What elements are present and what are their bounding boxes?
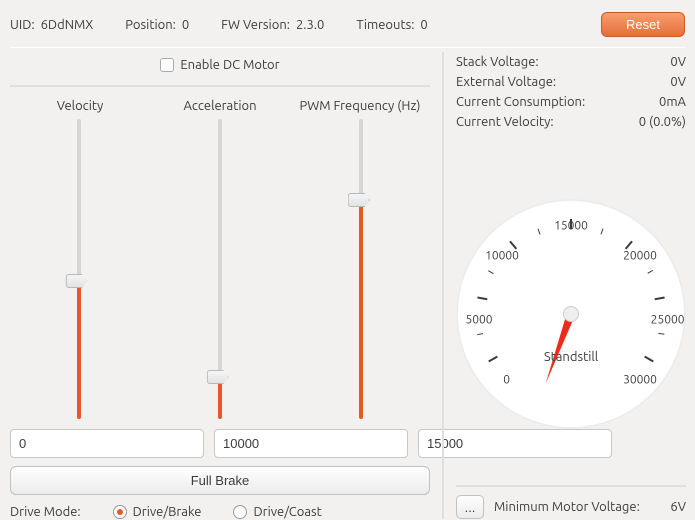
- min-voltage-config-button[interactable]: ...: [456, 495, 484, 519]
- acceleration-input[interactable]: [214, 429, 408, 458]
- full-brake-button[interactable]: Full Brake: [10, 466, 430, 495]
- velocity-input[interactable]: [10, 429, 204, 458]
- stack-voltage-label: Stack Voltage:: [456, 55, 539, 69]
- drive-brake-radio[interactable]: Drive/Brake: [113, 505, 202, 519]
- current-consumption-row: Current Consumption: 0mA: [456, 92, 686, 112]
- drive-mode-label: Drive Mode:: [10, 505, 81, 519]
- slider-inputs: [10, 429, 430, 458]
- external-voltage-value: 0V: [670, 75, 686, 89]
- slider-thumb-icon[interactable]: [65, 274, 87, 288]
- gauge-tick-6: 30000: [623, 374, 657, 387]
- gauge-tick-0: 0: [503, 374, 510, 387]
- enable-dc-motor-checkbox[interactable]: Enable DC Motor: [160, 58, 279, 72]
- gauge-tick-4: 20000: [623, 250, 657, 263]
- checkbox-box-icon: [160, 58, 174, 72]
- gauge-tick-1: 5000: [465, 314, 492, 327]
- slider-thumb-icon[interactable]: [207, 370, 229, 384]
- position-label: Position:: [125, 18, 176, 32]
- drive-coast-label: Drive/Coast: [253, 505, 321, 519]
- pwm-header: PWM Frequency (Hz): [290, 99, 430, 113]
- timeouts-value: 0: [420, 18, 427, 32]
- velocity-header: Velocity: [10, 99, 150, 113]
- position-value: 0: [182, 18, 189, 32]
- sliders-header: Velocity Acceleration PWM Frequency (Hz): [10, 95, 430, 119]
- gauge-center-label: Standstill: [544, 350, 598, 364]
- min-voltage-value: 6V: [670, 500, 686, 514]
- radio-dot-icon: [113, 505, 127, 519]
- current-velocity-label: Current Velocity:: [456, 115, 554, 129]
- drive-brake-label: Drive/Brake: [133, 505, 202, 519]
- external-voltage-row: External Voltage: 0V: [456, 72, 686, 92]
- slider-thumb-icon[interactable]: [348, 193, 370, 207]
- external-voltage-label: External Voltage:: [456, 75, 556, 89]
- speedometer-gauge: 0 5000 10000 15000 20000 25000 30000 Sta…: [456, 199, 686, 429]
- gauge-tick-5: 25000: [651, 314, 685, 327]
- stack-voltage-row: Stack Voltage: 0V: [456, 52, 686, 72]
- drive-mode-row: Drive Mode: Drive/Brake Drive/Coast: [10, 505, 430, 519]
- fw-version-field: FW Version: 2.3.0: [221, 18, 324, 32]
- acceleration-slider[interactable]: [155, 119, 284, 419]
- timeouts-field: Timeouts: 0: [356, 18, 427, 32]
- current-velocity-row: Current Velocity: 0 (0.0%): [456, 112, 686, 132]
- fw-label: FW Version:: [221, 18, 290, 32]
- divider: [10, 47, 685, 48]
- right-panel: Stack Voltage: 0V External Voltage: 0V C…: [442, 52, 686, 519]
- current-consumption-value: 0mA: [659, 95, 686, 109]
- enable-row: Enable DC Motor: [10, 52, 430, 87]
- sliders-area: [10, 119, 430, 419]
- min-voltage-label: Minimum Motor Voltage:: [494, 500, 640, 514]
- gauge-tick-2: 10000: [485, 250, 519, 263]
- current-consumption-label: Current Consumption:: [456, 95, 585, 109]
- timeouts-label: Timeouts:: [356, 18, 414, 32]
- left-panel: Enable DC Motor Velocity Acceleration PW…: [10, 52, 430, 519]
- position-field: Position: 0: [125, 18, 189, 32]
- velocity-slider[interactable]: [14, 119, 143, 419]
- radio-dot-icon: [233, 505, 247, 519]
- current-velocity-value: 0 (0.0%): [639, 115, 686, 129]
- uid-value: 6DdNMX: [41, 18, 94, 32]
- pwm-slider[interactable]: [297, 119, 426, 419]
- enable-label: Enable DC Motor: [180, 58, 279, 72]
- gauge-area: 0 5000 10000 15000 20000 25000 30000 Sta…: [456, 132, 686, 475]
- uid-label: UID:: [10, 18, 35, 32]
- gauge-hub-icon: [563, 306, 579, 322]
- gauge-tick-3: 15000: [554, 220, 588, 233]
- drive-coast-radio[interactable]: Drive/Coast: [233, 505, 321, 519]
- reset-button[interactable]: Reset: [601, 12, 685, 37]
- uid-field: UID: 6DdNMX: [10, 18, 93, 32]
- fw-value: 2.3.0: [296, 18, 324, 32]
- stack-voltage-value: 0V: [670, 55, 686, 69]
- header-bar: UID: 6DdNMX Position: 0 FW Version: 2.3.…: [10, 10, 685, 47]
- acceleration-header: Acceleration: [150, 99, 290, 113]
- min-voltage-row: ... Minimum Motor Voltage: 6V: [456, 485, 686, 519]
